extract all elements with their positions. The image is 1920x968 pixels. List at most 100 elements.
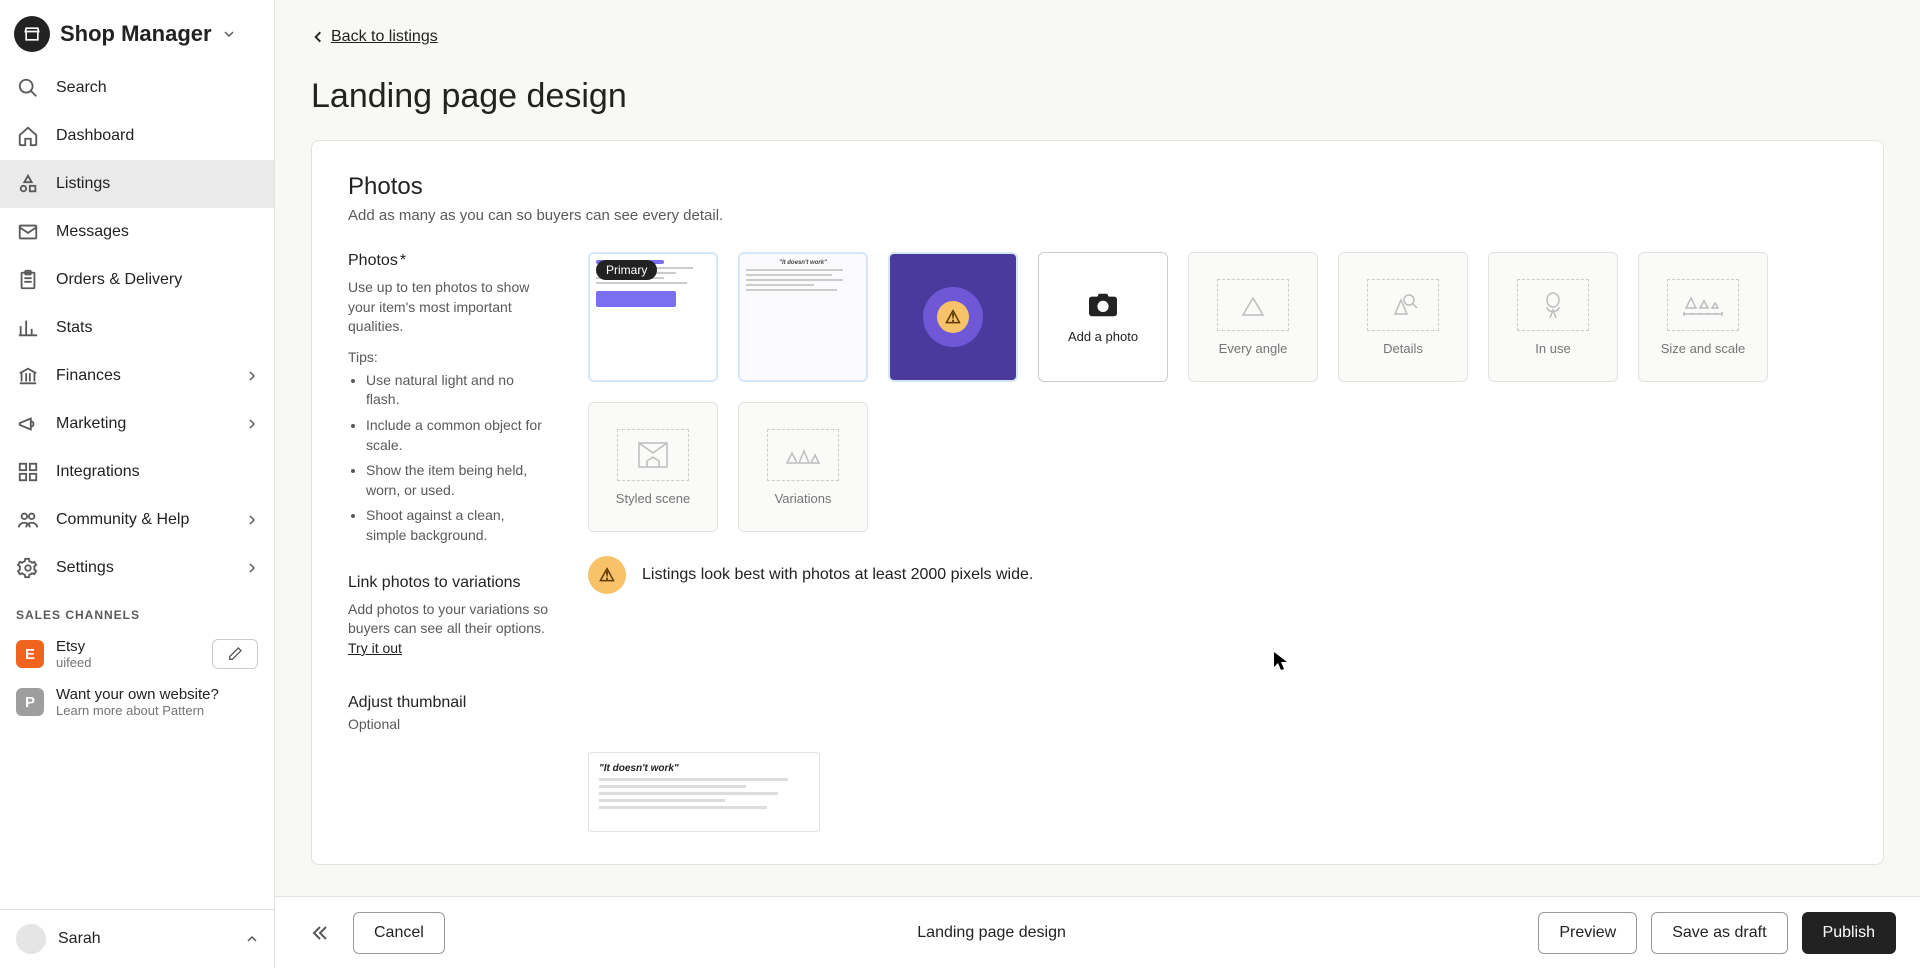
cancel-button[interactable]: Cancel (353, 912, 445, 954)
sidebar-header[interactable]: Shop Manager (0, 0, 274, 64)
chevron-up-icon (246, 933, 258, 945)
chevron-left-icon (311, 30, 325, 44)
scene-icon (617, 429, 689, 481)
sidebar-item-label: Marketing (56, 415, 126, 433)
sidebar-item-search[interactable]: Search (0, 64, 274, 112)
main-content: Back to listings Landing page design Pho… (275, 0, 1920, 968)
try-it-out-link[interactable]: Try it out (348, 640, 402, 656)
channel-sub: Learn more about Pattern (56, 703, 258, 718)
photos-card: Photos Add as many as you can so buyers … (311, 140, 1884, 865)
edit-channel-button[interactable] (212, 639, 258, 669)
sidebar-item-marketing[interactable]: Marketing (0, 400, 274, 448)
channel-name: Etsy (56, 638, 200, 655)
add-photo-button[interactable]: Add a photo (1038, 252, 1168, 382)
sidebar-item-label: Listings (56, 175, 110, 193)
back-to-listings-link[interactable]: Back to listings (311, 28, 438, 46)
caret-down-icon (224, 29, 234, 39)
user-name: Sarah (58, 930, 234, 948)
photo-placeholder-details[interactable]: Details (1338, 252, 1468, 382)
photo-placeholder-every-angle[interactable]: Every angle (1188, 252, 1318, 382)
photo-placeholder-variations[interactable]: Variations (738, 402, 868, 532)
camera-icon (1086, 291, 1120, 319)
sidebar-item-label: Integrations (56, 463, 140, 481)
photos-card-title: Photos (348, 173, 1847, 201)
photo-slot-2[interactable]: "It doesn't work" (738, 252, 868, 382)
warning-icon: ⚠ (588, 556, 626, 594)
shop-manager-logon-icon (14, 16, 50, 52)
chevron-right-icon (246, 514, 258, 526)
photo-placeholder-in-use[interactable]: In use (1488, 252, 1618, 382)
clipboard-icon (16, 268, 40, 292)
channel-name: Want your own website? (56, 686, 258, 703)
thumbnail-preview[interactable]: "It doesn't work" (588, 752, 820, 832)
photo-size-warning: ⚠ Listings look best with photos at leas… (588, 556, 1847, 594)
sidebar-item-stats[interactable]: Stats (0, 304, 274, 352)
sidebar-item-label: Dashboard (56, 127, 134, 145)
pencil-icon (227, 646, 243, 662)
sidebar-item-listings[interactable]: Listings (0, 160, 274, 208)
publish-button[interactable]: Publish (1802, 912, 1896, 954)
save-draft-button[interactable]: Save as draft (1651, 912, 1787, 954)
chevron-right-icon (246, 562, 258, 574)
channel-etsy[interactable]: E Etsy uifeed (0, 630, 274, 678)
shapes-icon (16, 172, 40, 196)
sidebar-item-messages[interactable]: Messages (0, 208, 274, 256)
photos-field-heading: Photos * (348, 252, 548, 270)
home-icon (16, 124, 40, 148)
photo-placeholder-styled-scene[interactable]: Styled scene (588, 402, 718, 532)
page-title: Landing page design (311, 77, 1884, 116)
back-link-label: Back to listings (331, 28, 438, 46)
preview-button[interactable]: Preview (1538, 912, 1637, 954)
link-photos-heading: Link photos to variations (348, 574, 548, 592)
sidebar-item-finances[interactable]: Finances (0, 352, 274, 400)
primary-tag: Primary (596, 260, 657, 280)
warning-text: Listings look best with photos at least … (642, 566, 1033, 584)
in-use-icon (1517, 279, 1589, 331)
tip-item: Show the item being held, worn, or used. (366, 461, 548, 500)
sidebar-item-label: Community & Help (56, 511, 189, 529)
photo-slot-primary[interactable]: Primary (588, 252, 718, 382)
footer-bar: Cancel Landing page design Preview Save … (275, 896, 1920, 968)
channel-sub: uifeed (56, 655, 200, 670)
community-icon (16, 508, 40, 532)
sidebar-item-community[interactable]: Community & Help (0, 496, 274, 544)
channel-pattern[interactable]: P Want your own website? Learn more abou… (0, 678, 274, 726)
chevron-right-icon (246, 370, 258, 382)
apps-icon (16, 460, 40, 484)
sidebar-item-orders[interactable]: Orders & Delivery (0, 256, 274, 304)
sidebar-item-settings[interactable]: Settings (0, 544, 274, 592)
sidebar-footer[interactable]: Sarah (0, 909, 274, 968)
footer-title: Landing page design (459, 924, 1525, 942)
photos-grid: Primary "It doesn't work" ⚠ (588, 252, 1847, 532)
photo-slot-3[interactable]: ⚠ (888, 252, 1018, 382)
scale-icon (1667, 279, 1739, 331)
mail-icon (16, 220, 40, 244)
search-icon (16, 76, 40, 100)
details-icon (1367, 279, 1439, 331)
app-title: Shop Manager (60, 21, 212, 47)
photos-field-desc: Use up to ten photos to show your item's… (348, 278, 548, 337)
bank-icon (16, 364, 40, 388)
adjust-thumbnail-heading: Adjust thumbnail (348, 694, 548, 712)
angle-icon (1217, 279, 1289, 331)
add-photo-label: Add a photo (1068, 329, 1138, 344)
sidebar-item-integrations[interactable]: Integrations (0, 448, 274, 496)
tip-item: Include a common object for scale. (366, 416, 548, 455)
collapse-sidebar-button[interactable] (299, 923, 339, 943)
photos-card-subtitle: Add as many as you can so buyers can see… (348, 207, 1847, 224)
photo-placeholder-size-scale[interactable]: Size and scale (1638, 252, 1768, 382)
gear-icon (16, 556, 40, 580)
adjust-thumbnail-optional: Optional (348, 716, 548, 732)
pattern-badge-icon: P (16, 688, 44, 716)
variations-icon (767, 429, 839, 481)
tip-item: Shoot against a clean, simple background… (366, 506, 548, 545)
chevron-right-icon (246, 418, 258, 430)
stats-icon (16, 316, 40, 340)
sidebar-item-label: Search (56, 79, 107, 97)
tip-item: Use natural light and no flash. (366, 371, 548, 410)
sidebar: Shop Manager Search Dashboard Listings M… (0, 0, 275, 968)
tips-label: Tips: (348, 349, 548, 365)
sidebar-item-dashboard[interactable]: Dashboard (0, 112, 274, 160)
megaphone-icon (16, 412, 40, 436)
sidebar-item-label: Stats (56, 319, 92, 337)
